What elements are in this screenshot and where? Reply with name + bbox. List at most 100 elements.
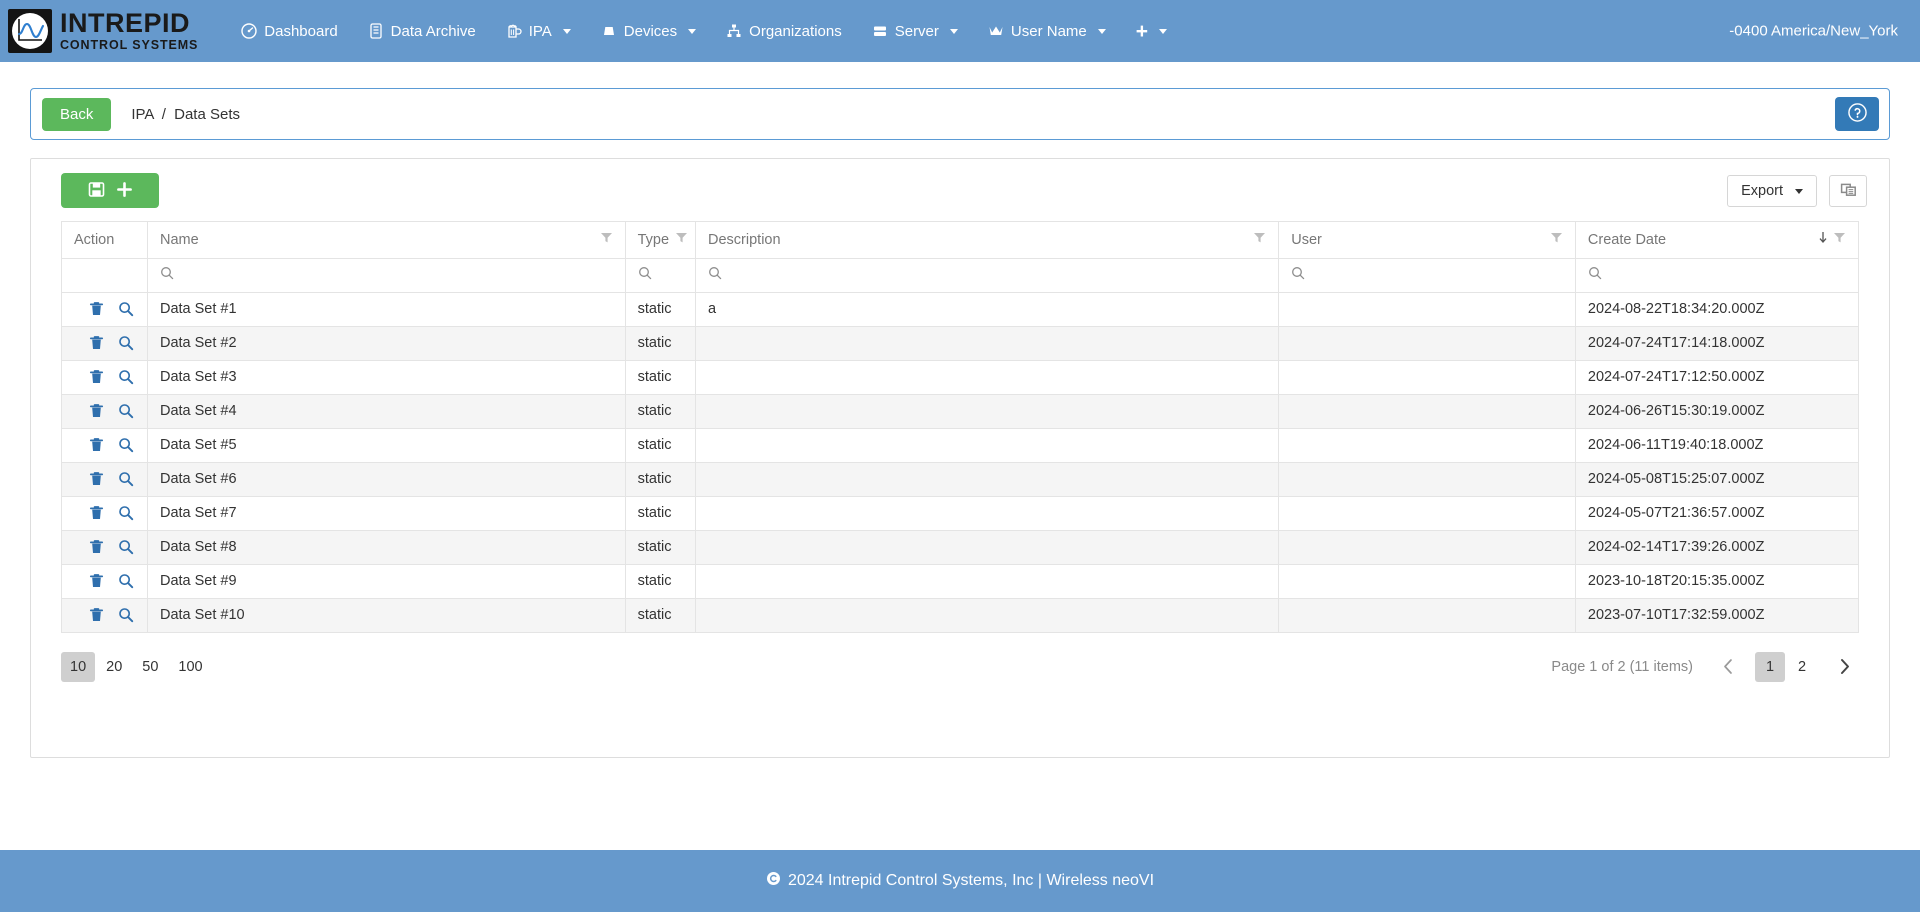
- table-row[interactable]: Data Set #3 static 2024-07-24T17:12:50.000…: [62, 360, 1858, 395]
- filter-icon[interactable]: [1253, 231, 1266, 248]
- page-size-option-20[interactable]: 20: [97, 652, 131, 682]
- page-number-1[interactable]: 1: [1755, 651, 1785, 682]
- delete-row-button[interactable]: [89, 301, 104, 317]
- delete-row-button[interactable]: [89, 437, 104, 453]
- cell-create-date: 2024-05-08T15:25:07.000Z: [1575, 462, 1858, 497]
- cell-description: [695, 394, 1280, 429]
- column-header-type[interactable]: Type: [625, 222, 697, 259]
- page-size-option-50[interactable]: 50: [133, 652, 167, 682]
- breadcrumb-root[interactable]: IPA: [131, 106, 153, 123]
- filter-cell-create-date[interactable]: [1575, 258, 1858, 293]
- nav-label: User Name: [1010, 22, 1087, 40]
- delete-row-button[interactable]: [89, 573, 104, 589]
- column-header-name[interactable]: Name: [147, 222, 626, 259]
- add-data-set-button[interactable]: [61, 173, 159, 208]
- delete-row-button[interactable]: [89, 403, 104, 419]
- table-row[interactable]: Data Set #9 static 2023-10-18T20:15:35.000…: [62, 564, 1858, 599]
- delete-row-button[interactable]: [89, 471, 104, 487]
- help-button[interactable]: [1835, 97, 1879, 131]
- cell-type: static: [625, 496, 697, 531]
- cell-type: static: [625, 462, 697, 497]
- view-row-button[interactable]: [118, 505, 134, 521]
- page-size-option-100[interactable]: 100: [169, 652, 211, 682]
- column-label: Name: [159, 231, 199, 248]
- filter-icon[interactable]: [675, 231, 688, 248]
- sort-descending-icon[interactable]: [1818, 231, 1828, 248]
- filter-icon[interactable]: [1833, 231, 1846, 248]
- view-row-button[interactable]: [118, 403, 134, 419]
- column-label: User: [1291, 231, 1322, 248]
- nav-item-user-name[interactable]: User Name: [973, 0, 1121, 62]
- column-chooser-button[interactable]: [1829, 175, 1867, 207]
- nav-item-add[interactable]: +: [1121, 0, 1182, 62]
- footer-text: 2024 Intrepid Control Systems, Inc | Wir…: [787, 872, 1155, 889]
- table-row[interactable]: Data Set #8 static 2024-02-14T17:39:26.000…: [62, 530, 1858, 565]
- filter-icon[interactable]: [600, 231, 613, 248]
- table-row[interactable]: Data Set #1 static a 2024-08-22T18:34:20.00…: [62, 292, 1858, 327]
- cell-user: [1278, 564, 1576, 599]
- next-page-button[interactable]: [1829, 652, 1859, 682]
- nav-item-ipa[interactable]: IPA: [491, 0, 586, 62]
- filter-cell-description[interactable]: [695, 258, 1280, 293]
- cell-description: [695, 428, 1280, 463]
- cell-action: [62, 428, 148, 463]
- cell-name: Data Set #3: [147, 360, 626, 395]
- delete-row-button[interactable]: [89, 539, 104, 555]
- column-header-description[interactable]: Description: [695, 222, 1280, 259]
- view-row-button[interactable]: [118, 539, 134, 555]
- filter-cell-user[interactable]: [1278, 258, 1576, 293]
- chevron-down-icon: [1097, 28, 1106, 34]
- delete-row-button[interactable]: [89, 369, 104, 385]
- cell-user: [1278, 292, 1576, 327]
- nav-label: Organizations: [749, 22, 842, 40]
- table-row[interactable]: Data Set #2 static 2024-07-24T17:14:18.000…: [62, 326, 1858, 361]
- filter-icon[interactable]: [1550, 231, 1563, 248]
- view-row-button[interactable]: [118, 437, 134, 453]
- cell-action: [62, 564, 148, 599]
- data-sets-table: Action Name Type Description User Create…: [62, 222, 1858, 633]
- beer-mug-icon: [506, 23, 522, 39]
- table-row[interactable]: Data Set #7 static 2024-05-07T21:36:57.000…: [62, 496, 1858, 531]
- question-circle-icon: [1847, 103, 1867, 125]
- brand-logo-block[interactable]: INTREPID CONTROL SYSTEMS: [8, 9, 198, 53]
- export-button[interactable]: Export: [1727, 175, 1817, 207]
- table-row[interactable]: Data Set #5 static 2024-06-11T19:40:18.000…: [62, 428, 1858, 463]
- caret-down-icon: [1795, 188, 1803, 194]
- nav-item-organizations[interactable]: Organizations: [711, 0, 857, 62]
- delete-row-button[interactable]: [89, 607, 104, 623]
- cell-create-date: 2024-05-07T21:36:57.000Z: [1575, 496, 1858, 531]
- table-row[interactable]: Data Set #10 static 2023-07-10T17:32:59.00…: [62, 598, 1858, 633]
- nav-item-data-archive[interactable]: Data Archive: [353, 0, 491, 62]
- page-root: INTREPID CONTROL SYSTEMS Dashboard Data …: [0, 0, 1920, 912]
- search-icon: [638, 267, 652, 284]
- breadcrumb: IPA / Data Sets: [131, 106, 240, 123]
- prev-page-button[interactable]: [1713, 652, 1743, 682]
- page-size-option-10[interactable]: 10: [61, 651, 96, 682]
- view-row-button[interactable]: [118, 369, 134, 385]
- view-row-button[interactable]: [118, 573, 134, 589]
- filter-cell-type[interactable]: [625, 258, 697, 293]
- cell-user: [1278, 360, 1576, 395]
- table-row[interactable]: Data Set #4 static 2024-06-26T15:30:19.000…: [62, 394, 1858, 429]
- delete-row-button[interactable]: [89, 335, 104, 351]
- view-row-button[interactable]: [118, 335, 134, 351]
- column-header-action[interactable]: Action: [62, 222, 148, 259]
- page-number-2[interactable]: 2: [1787, 652, 1817, 682]
- view-row-button[interactable]: [118, 607, 134, 623]
- view-row-button[interactable]: [118, 301, 134, 317]
- nav-item-server[interactable]: Server: [857, 0, 973, 62]
- cell-name: Data Set #8: [147, 530, 626, 565]
- back-button[interactable]: Back: [42, 97, 112, 131]
- nav-item-devices[interactable]: Devices: [586, 0, 711, 62]
- filter-cell-name[interactable]: [147, 258, 626, 293]
- cell-name: Data Set #9: [147, 564, 626, 599]
- column-header-user[interactable]: User: [1278, 222, 1576, 259]
- brand-name: INTREPID: [60, 8, 191, 39]
- nav-item-dashboard[interactable]: Dashboard: [226, 0, 352, 62]
- table-row[interactable]: Data Set #6 static 2024-05-08T15:25:07.000…: [62, 462, 1858, 497]
- breadcrumb-separator: /: [161, 105, 166, 123]
- table-body: Data Set #1 static a 2024-08-22T18:34:20.00…: [62, 292, 1858, 633]
- column-header-create-date[interactable]: Create Date: [1575, 222, 1858, 259]
- delete-row-button[interactable]: [89, 505, 104, 521]
- view-row-button[interactable]: [118, 471, 134, 487]
